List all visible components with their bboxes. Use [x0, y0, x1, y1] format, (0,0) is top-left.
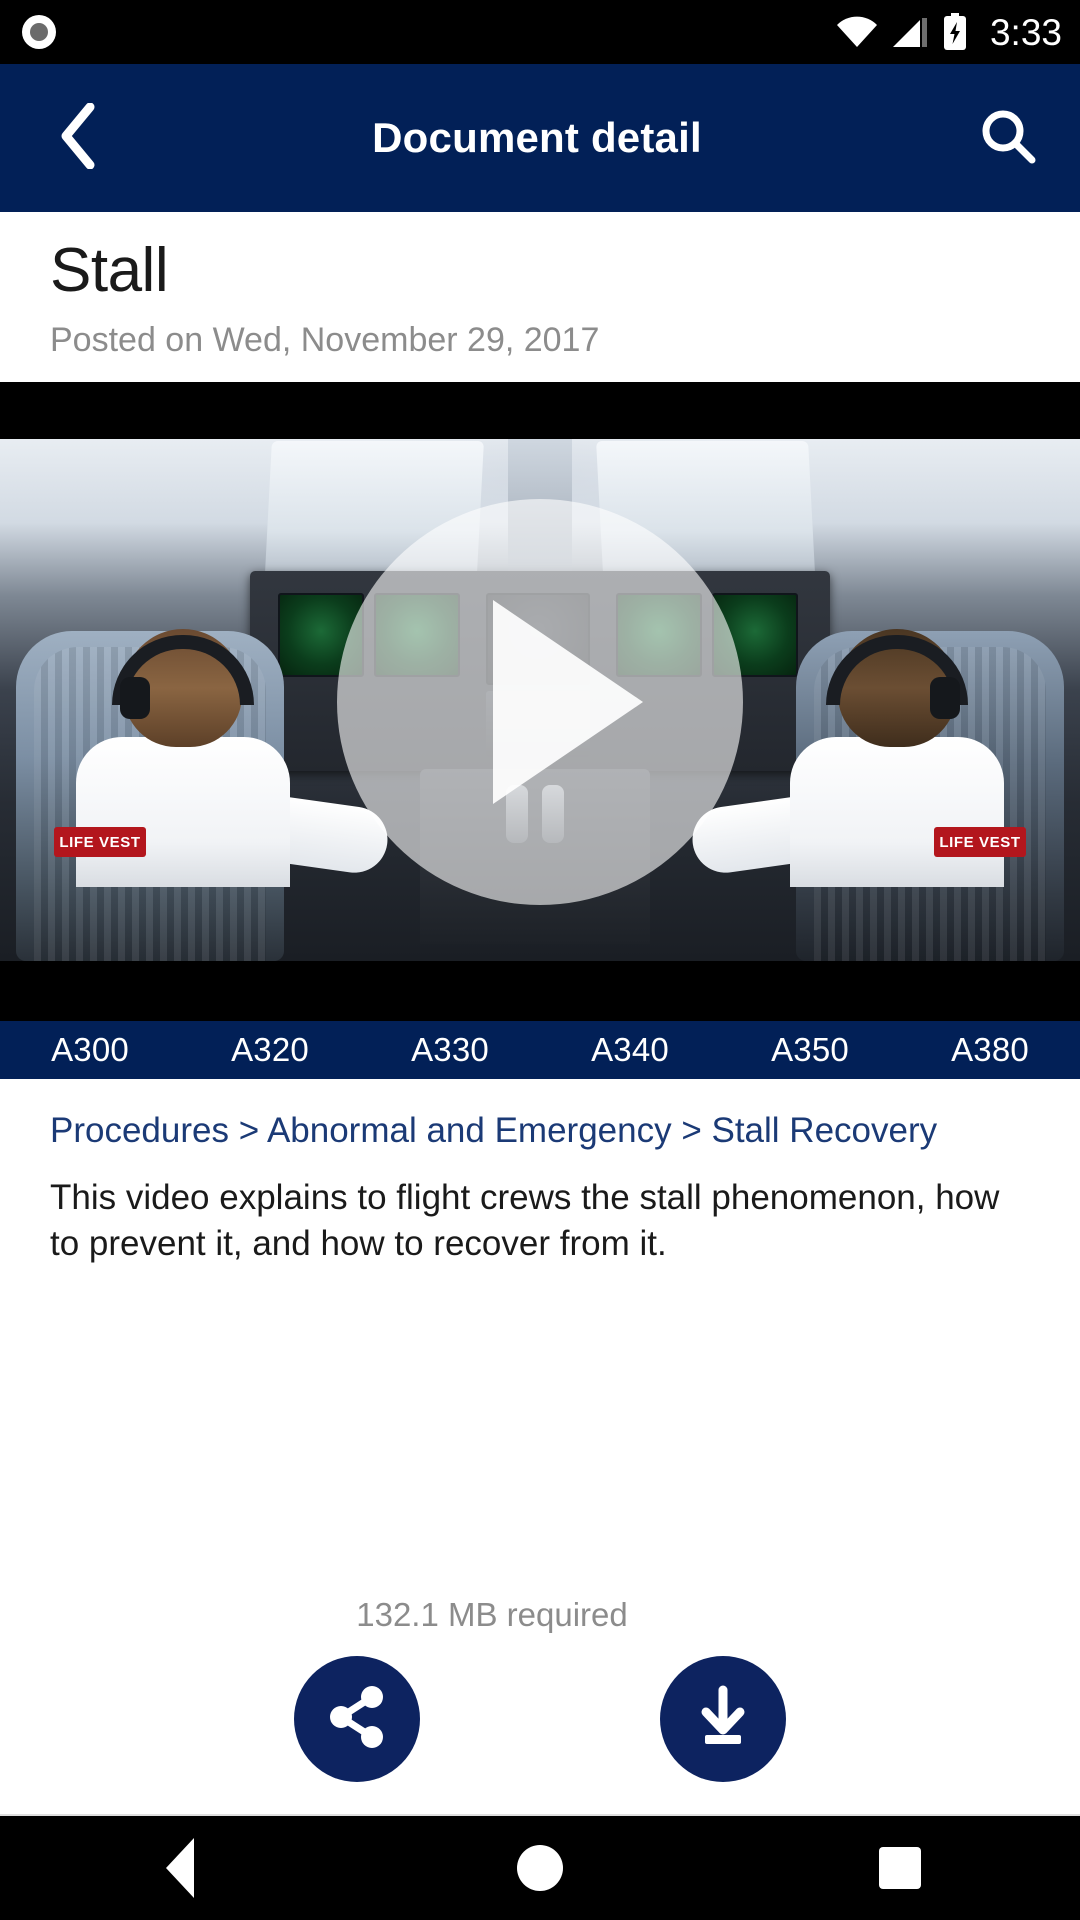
aircraft-tag-a330[interactable]: A330	[360, 1031, 540, 1069]
search-icon	[979, 107, 1037, 170]
nav-back-triangle-icon	[166, 1838, 194, 1898]
aircraft-tag-a380[interactable]: A380	[900, 1031, 1080, 1069]
status-bar: 3:33	[0, 0, 1080, 64]
pilot-head-right	[826, 629, 968, 748]
video-letterbox-top	[0, 382, 1080, 440]
document-header: Stall Posted on Wed, November 29, 2017	[0, 212, 1080, 360]
search-button[interactable]	[970, 100, 1046, 176]
document-title: Stall	[50, 236, 169, 305]
page-title: Document detail	[372, 114, 702, 161]
life-vest-label-right: LIFE VEST	[939, 833, 1021, 851]
battery-charging-icon	[942, 13, 968, 51]
status-bar-clock: 3:33	[989, 11, 1062, 53]
pilot-head-left	[112, 629, 254, 748]
breadcrumb[interactable]: Procedures > Abnormal and Emergency > St…	[0, 1079, 1080, 1153]
earcup-left	[120, 677, 150, 720]
status-bar-icons: 3:33	[836, 13, 1062, 51]
nav-recents-square-icon	[879, 1847, 921, 1889]
camera-dot-icon	[22, 15, 56, 49]
document-detail-content: Stall Posted on Wed, November 29, 2017 L…	[0, 212, 1080, 1816]
share-button[interactable]	[294, 1656, 420, 1782]
action-button-row	[0, 1656, 1080, 1782]
aircraft-tag-a340[interactable]: A340	[540, 1031, 720, 1069]
aircraft-tag-a320[interactable]: A320	[180, 1031, 360, 1069]
life-vest-label-left: LIFE VEST	[59, 833, 141, 851]
nav-home-button[interactable]	[480, 1816, 600, 1920]
nav-recents-button[interactable]	[840, 1816, 960, 1920]
chevron-left-icon	[56, 102, 100, 174]
video-thumbnail[interactable]: LIFE VEST LIFE VEST	[0, 382, 1080, 1022]
share-icon	[322, 1682, 392, 1757]
play-button[interactable]	[337, 498, 743, 905]
app-bar: Document detail	[0, 64, 1080, 212]
aircraft-tag-bar: A300 A320 A330 A340 A350 A380	[0, 1021, 1080, 1080]
play-triangle-icon	[493, 599, 643, 804]
cell-signal-icon	[891, 16, 929, 48]
pilot-body-right	[790, 737, 1004, 888]
video-letterbox-bottom	[0, 961, 1080, 1022]
life-vest-placard-left: LIFE VEST	[54, 827, 146, 858]
document-actions: 132.1 MB required	[0, 1596, 1080, 1816]
pilot-body-left	[76, 737, 290, 888]
life-vest-placard-right: LIFE VEST	[934, 827, 1026, 858]
nav-home-circle-icon	[517, 1845, 563, 1891]
document-description: This video explains to flight crews the …	[50, 1177, 1000, 1264]
system-nav-bar	[0, 1816, 1080, 1920]
nav-back-button[interactable]	[120, 1816, 240, 1920]
download-icon	[688, 1682, 758, 1757]
wifi-icon	[836, 16, 878, 48]
aircraft-tag-a350[interactable]: A350	[720, 1031, 900, 1069]
earcup-right	[930, 677, 960, 720]
download-size-note: 132.1 MB required	[356, 1596, 628, 1633]
aircraft-tag-a300[interactable]: A300	[0, 1031, 180, 1069]
document-posted-date: Posted on Wed, November 29, 2017	[50, 321, 600, 360]
download-button[interactable]	[660, 1656, 786, 1782]
